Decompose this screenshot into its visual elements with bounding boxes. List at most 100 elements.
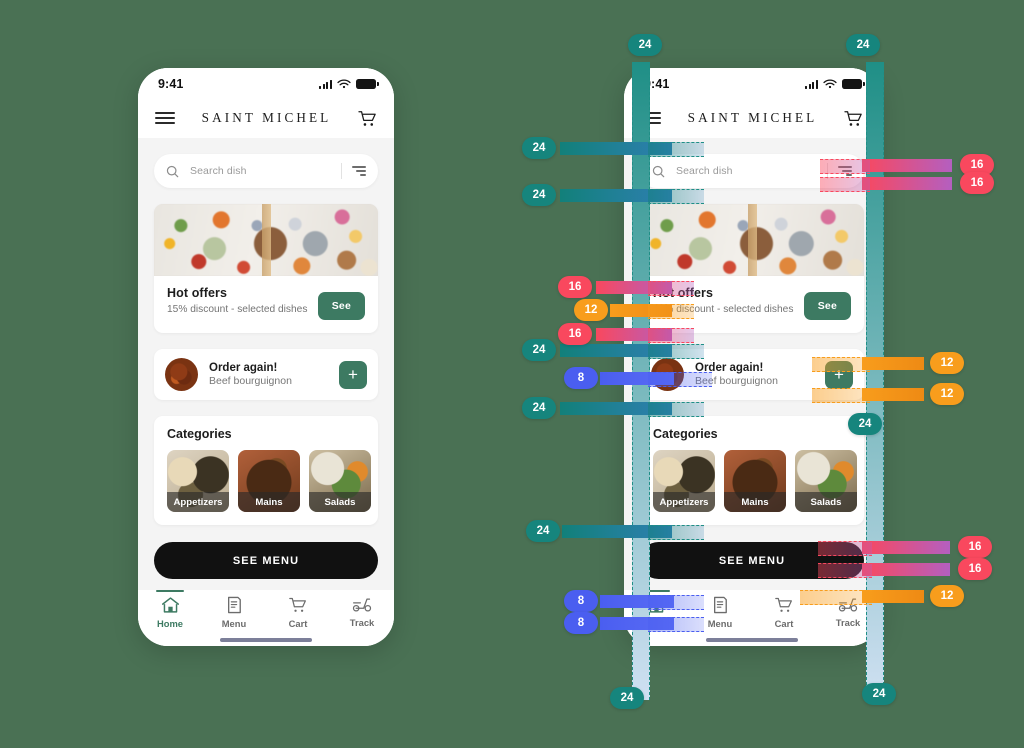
see-offers-button[interactable]: See bbox=[317, 292, 365, 320]
status-bar: 9:41 bbox=[138, 68, 394, 98]
app-screen: 9:41 SAINT MICHEL Search dish Hot offers… bbox=[138, 68, 394, 646]
category-label: Salads bbox=[795, 492, 857, 512]
categories-title: Categories bbox=[167, 427, 232, 441]
see-menu-button[interactable]: SEE MENU bbox=[640, 542, 864, 579]
bottom-tab-bar: Home Menu Cart Track bbox=[138, 590, 394, 646]
divider bbox=[827, 163, 828, 179]
shopping-cart-icon[interactable] bbox=[844, 110, 863, 127]
add-to-cart-plus-icon[interactable]: + bbox=[825, 360, 853, 389]
active-indicator bbox=[642, 590, 670, 593]
spacing-badge-16: 16 bbox=[558, 323, 592, 345]
tab-menu[interactable]: Menu bbox=[688, 596, 752, 629]
battery-icon bbox=[356, 79, 379, 89]
app-header: SAINT MICHEL bbox=[138, 98, 394, 138]
tab-home[interactable]: Home bbox=[624, 590, 688, 629]
category-tile[interactable]: Appetizers bbox=[167, 450, 229, 512]
signal-bars-icon bbox=[805, 79, 818, 89]
dish-thumbnail bbox=[165, 358, 198, 391]
spacing-badge-12: 12 bbox=[930, 352, 964, 374]
search-section: Search dish bbox=[640, 138, 864, 188]
tab-cart[interactable]: Cart bbox=[752, 596, 816, 629]
categories-row: Appetizers Mains Salads bbox=[653, 450, 864, 512]
spacing-badge-12: 12 bbox=[930, 585, 964, 607]
dish-thumbnail bbox=[651, 358, 684, 391]
brand-title: SAINT MICHEL bbox=[687, 110, 818, 125]
search-icon bbox=[652, 165, 665, 177]
tab-label: Track bbox=[835, 617, 861, 628]
spacing-badge-16: 16 bbox=[558, 276, 592, 298]
tab-cart[interactable]: Cart bbox=[266, 596, 330, 629]
see-menu-button[interactable]: SEE MENU bbox=[154, 542, 378, 579]
phone-mockup-annotated: 9:41 SAINT MICHEL Search dish Hot offers… bbox=[624, 68, 880, 646]
category-tile[interactable]: Mains bbox=[724, 450, 786, 512]
search-bar[interactable]: Search dish bbox=[640, 154, 864, 188]
phone-mockup-clean: 9:41 SAINT MICHEL Search dish Hot offers… bbox=[138, 68, 394, 646]
spacing-badge-16: 16 bbox=[958, 558, 992, 580]
categories-title: Categories bbox=[653, 427, 718, 441]
offer-title: Hot offers bbox=[167, 286, 228, 300]
tab-label: Menu bbox=[707, 618, 733, 629]
menu-card-icon bbox=[228, 596, 241, 614]
tab-label: Home bbox=[156, 618, 184, 629]
hamburger-menu-icon[interactable] bbox=[155, 112, 175, 124]
screen-content: Search dish Hot offers 15% discount - se… bbox=[624, 138, 880, 590]
filter-icon[interactable] bbox=[838, 166, 852, 176]
shopping-cart-icon[interactable] bbox=[358, 110, 377, 127]
order-again-card[interactable]: Order again! Beef bourguignon + bbox=[154, 349, 378, 400]
tab-label: Home bbox=[642, 618, 670, 629]
tab-label: Track bbox=[349, 617, 375, 628]
spacing-badge-16: 16 bbox=[960, 172, 994, 194]
spacing-badge-24: 24 bbox=[628, 34, 662, 56]
category-tile[interactable]: Salads bbox=[795, 450, 857, 512]
home-indicator bbox=[706, 638, 798, 642]
tab-menu[interactable]: Menu bbox=[202, 596, 266, 629]
category-label: Appetizers bbox=[653, 492, 715, 512]
tab-home[interactable]: Home bbox=[138, 590, 202, 629]
spacing-badge-12: 12 bbox=[930, 383, 964, 405]
spacing-badge-24: 24 bbox=[526, 520, 560, 542]
spacing-badge-8: 8 bbox=[564, 612, 598, 634]
search-input[interactable]: Search dish bbox=[676, 165, 827, 177]
spacing-badge-24: 24 bbox=[522, 137, 556, 159]
category-tile[interactable]: Appetizers bbox=[653, 450, 715, 512]
hot-offers-card[interactable]: Hot offers 15% discount - selected dishe… bbox=[640, 204, 864, 333]
menu-card-icon bbox=[714, 596, 727, 614]
tab-label: Cart bbox=[288, 618, 308, 629]
search-bar[interactable]: Search dish bbox=[154, 154, 378, 188]
order-again-card[interactable]: Order again! Beef bourguignon + bbox=[640, 349, 864, 400]
add-to-cart-plus-icon[interactable]: + bbox=[339, 360, 367, 389]
hero-food-image bbox=[640, 204, 864, 276]
battery-icon bbox=[842, 79, 865, 89]
status-bar: 9:41 bbox=[624, 68, 880, 98]
screen-content: Search dish Hot offers 15% discount - se… bbox=[138, 138, 394, 590]
canvas: 9:41 SAINT MICHEL Search dish Hot offers… bbox=[0, 0, 1024, 748]
home-indicator bbox=[220, 638, 312, 642]
category-tile[interactable]: Mains bbox=[238, 450, 300, 512]
see-offers-button[interactable]: See bbox=[803, 292, 851, 320]
status-time: 9:41 bbox=[644, 77, 670, 91]
search-icon bbox=[166, 165, 179, 177]
spacing-badge-24: 24 bbox=[862, 683, 896, 705]
tab-label: Menu bbox=[221, 618, 247, 629]
order-again-dish: Beef bourguignon bbox=[695, 375, 778, 387]
scooter-icon bbox=[352, 598, 372, 612]
category-label: Salads bbox=[309, 492, 371, 512]
hero-food-image bbox=[154, 204, 378, 276]
categories-card: Categories Appetizers Mains Salads bbox=[154, 416, 378, 525]
home-icon bbox=[647, 597, 665, 613]
tab-track[interactable]: Track bbox=[816, 596, 880, 628]
search-input[interactable]: Search dish bbox=[190, 165, 341, 177]
hamburger-menu-icon[interactable] bbox=[641, 112, 661, 124]
wifi-icon bbox=[337, 78, 351, 88]
hot-offers-card[interactable]: Hot offers 15% discount - selected dishe… bbox=[154, 204, 378, 333]
filter-icon[interactable] bbox=[352, 166, 366, 176]
spacing-badge-24: 24 bbox=[522, 397, 556, 419]
active-indicator bbox=[156, 590, 184, 593]
offer-subtitle: 15% discount - selected dishes bbox=[167, 304, 308, 315]
bottom-tab-bar: Home Menu Cart Track bbox=[624, 590, 880, 646]
cart-icon bbox=[775, 597, 792, 612]
status-icons bbox=[319, 78, 379, 90]
brand-title: SAINT MICHEL bbox=[201, 110, 332, 125]
category-tile[interactable]: Salads bbox=[309, 450, 371, 512]
tab-track[interactable]: Track bbox=[330, 596, 394, 628]
